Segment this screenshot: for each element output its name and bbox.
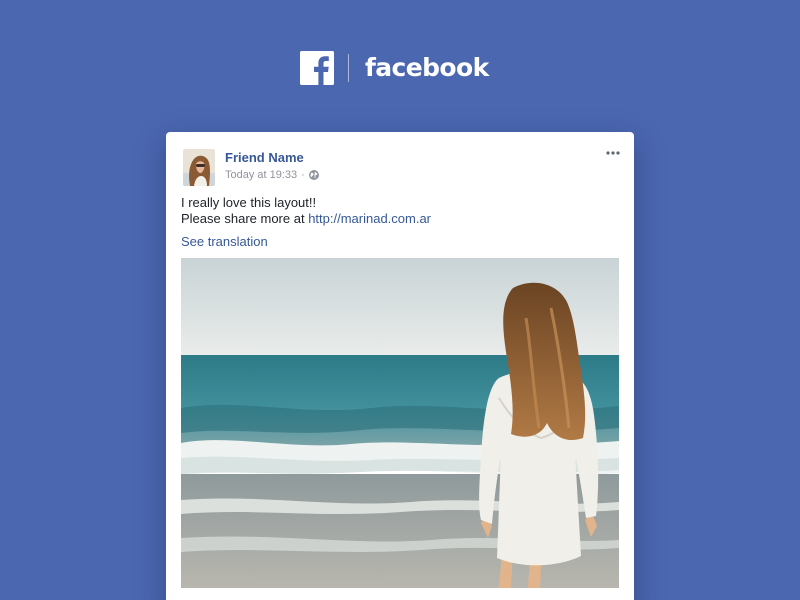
post-card: Friend Name Today at 19:33 · I really lo…	[166, 132, 634, 600]
post-meta: Today at 19:33 ·	[225, 168, 319, 182]
page-background: facebook Friend Name Today at 19:33 · I …	[0, 0, 800, 600]
author-name[interactable]: Friend Name	[225, 150, 304, 166]
globe-icon[interactable]	[308, 170, 319, 180]
post-message-line-1: I really love this layout!!	[181, 195, 317, 210]
post-link[interactable]: http://marinad.com.ar	[308, 211, 431, 226]
facebook-brand-header: facebook	[300, 51, 489, 85]
meta-separator: ·	[301, 169, 305, 181]
more-options-icon[interactable]	[605, 146, 621, 160]
see-translation-link[interactable]: See translation	[181, 234, 268, 249]
brand-divider	[348, 54, 349, 82]
facebook-wordmark: facebook	[365, 53, 489, 82]
post-photo[interactable]	[181, 258, 619, 588]
author-avatar[interactable]	[183, 149, 215, 186]
facebook-f-icon	[300, 51, 334, 85]
post-timestamp[interactable]: Today at 19:33	[225, 168, 297, 182]
post-message-line-2: Please share more at http://marinad.com.…	[181, 211, 431, 227]
post-message-line-2-text: Please share more at	[181, 211, 309, 226]
post-message: I really love this layout!! Please share…	[181, 195, 431, 227]
